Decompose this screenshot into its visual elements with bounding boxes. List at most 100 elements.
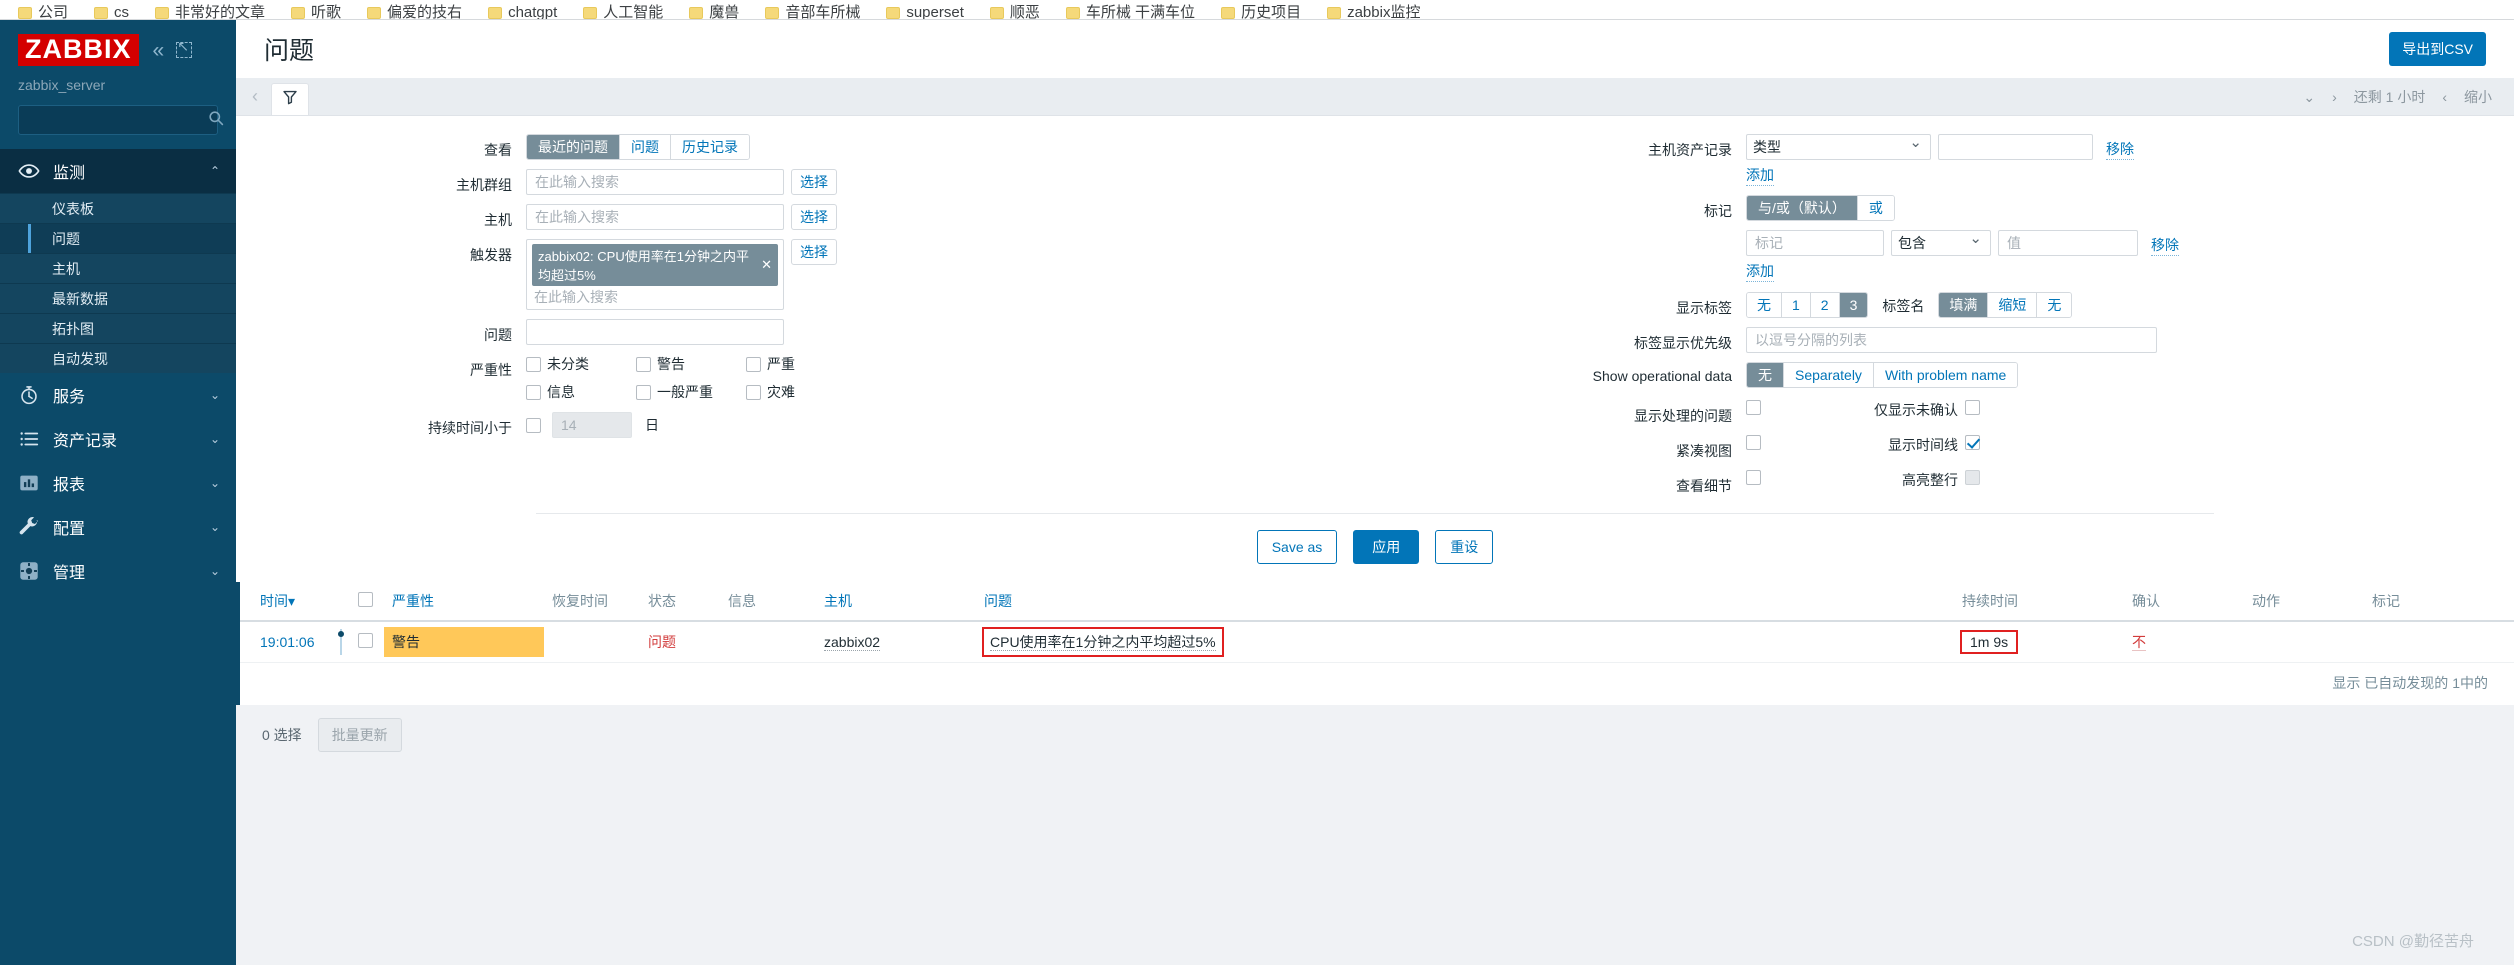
bookmark-item[interactable]: 音部车所械 [765, 5, 860, 19]
host-inventory-remove-link[interactable]: 移除 [2106, 139, 2134, 160]
severity-option-high[interactable]: 严重 [746, 354, 856, 374]
operational-data-option-none[interactable]: 无 [1747, 363, 1784, 387]
tag-remove-link[interactable]: 移除 [2151, 235, 2179, 256]
ack-link[interactable]: 不 [2132, 634, 2146, 651]
host-input[interactable] [526, 204, 784, 230]
apply-button[interactable]: 应用 [1353, 530, 1420, 564]
host-inventory-add-link[interactable]: 添加 [1746, 165, 1774, 186]
save-as-button[interactable]: Save as [1256, 530, 1338, 564]
show-tags-option-3[interactable]: 3 [1839, 293, 1868, 317]
severity-option-not-classified[interactable]: 未分类 [526, 354, 636, 374]
tag-condition-select[interactable]: 包含 [1891, 230, 1991, 256]
bookmark-item[interactable]: zabbix监控 [1327, 5, 1420, 19]
zoom-prev-icon[interactable]: ‹ [2442, 89, 2447, 105]
cell-ack[interactable]: 不 [2124, 621, 2244, 663]
sidebar-item-maps[interactable]: 拓扑图 [0, 313, 236, 343]
export-csv-button[interactable]: 导出到CSV [2389, 32, 2486, 66]
checkbox[interactable] [636, 356, 651, 372]
show-tags-option-none[interactable]: 无 [1747, 293, 1782, 317]
col-header-time-link[interactable]: 时间▾ [260, 593, 295, 609]
cell-row-checkbox[interactable] [350, 621, 384, 663]
host-group-input[interactable] [526, 169, 784, 195]
row-checkbox[interactable] [358, 633, 373, 648]
show-suppressed-checkbox[interactable] [1746, 400, 1761, 415]
select-all-checkbox[interactable] [358, 592, 373, 607]
trigger-input[interactable] [532, 286, 778, 307]
unacknowledged-only-checkbox[interactable] [1965, 400, 1980, 415]
bookmark-item[interactable]: 车所械 干满车位 [1065, 5, 1195, 19]
show-timeline-checkbox[interactable] [1965, 435, 1980, 450]
sidebar-item-problems[interactable]: 问题 [0, 223, 236, 253]
sidebar-group-inventory[interactable]: 资产记录 ⌄ [0, 417, 236, 461]
sidebar-group-configuration[interactable]: 配置 ⌄ [0, 505, 236, 549]
mass-update-button[interactable]: 批量更新 [317, 718, 402, 752]
bookmark-item[interactable]: cs [94, 5, 129, 19]
host-group-select-button[interactable]: 选择 [791, 169, 837, 195]
checkbox[interactable] [526, 356, 541, 372]
sidebar-group-monitoring[interactable]: 监测 ⌃ [0, 149, 236, 193]
bookmark-item[interactable]: 魔兽 [689, 5, 739, 19]
col-header-time[interactable]: 时间▾ [240, 582, 332, 622]
show-details-checkbox[interactable] [1746, 470, 1761, 485]
problem-input[interactable] [526, 319, 784, 345]
sidebar-group-administration[interactable]: 管理 ⌄ [0, 549, 236, 593]
bookmark-item[interactable]: 非常好的文章 [155, 5, 265, 19]
cell-time[interactable]: 19:01:06 [240, 621, 332, 663]
compact-view-checkbox[interactable] [1746, 435, 1761, 450]
sidebar-search[interactable] [18, 105, 224, 135]
show-tags-option-2[interactable]: 2 [1810, 293, 1840, 317]
bookmark-item[interactable]: 人工智能 [583, 5, 663, 19]
cell-problem[interactable]: CPU使用率在1分钟之内平均超过5% [976, 621, 1954, 663]
expand-fullscreen-icon[interactable] [176, 38, 193, 58]
sidebar-item-dashboard[interactable]: 仪表板 [0, 193, 236, 223]
tags-operator-or[interactable]: 或 [1857, 196, 1894, 220]
severity-option-warning[interactable]: 警告 [636, 354, 746, 374]
host-select-button[interactable]: 选择 [791, 204, 837, 230]
tag-priority-input[interactable] [1746, 327, 2157, 353]
show-tags-option-1[interactable]: 1 [1782, 293, 1811, 317]
sidebar-item-latest-data[interactable]: 最新数据 [0, 283, 236, 313]
tag-name-option-full[interactable]: 填满 [1939, 293, 1989, 317]
bookmark-item[interactable]: 公司 [18, 5, 68, 19]
tag-value-input[interactable] [1998, 230, 2138, 256]
age-input[interactable] [552, 412, 632, 438]
col-header-select-all[interactable] [350, 582, 384, 622]
view-option-recent[interactable]: 最近的问题 [527, 135, 620, 159]
col-header-problem-link[interactable]: 问题 [984, 593, 1012, 609]
trigger-select-button[interactable]: 选择 [791, 239, 837, 265]
search-icon[interactable] [208, 110, 224, 131]
severity-option-average[interactable]: 一般严重 [636, 382, 746, 402]
tag-name-option-none[interactable]: 无 [2037, 293, 2072, 317]
cell-host[interactable]: zabbix02 [816, 621, 976, 663]
bookmark-item[interactable]: chatgpt [488, 5, 557, 19]
sidebar-group-reports[interactable]: 报表 ⌄ [0, 461, 236, 505]
view-option-problems[interactable]: 问题 [620, 135, 671, 159]
tag-name-input[interactable] [1746, 230, 1884, 256]
sidebar-item-hosts[interactable]: 主机 [0, 253, 236, 283]
host-link[interactable]: zabbix02 [824, 634, 881, 651]
tab-prev-arrow[interactable]: ‹ [236, 86, 271, 115]
col-header-severity-link[interactable]: 严重性 [392, 593, 434, 609]
bookmark-item[interactable]: 顺恶 [989, 5, 1040, 19]
problem-link[interactable]: CPU使用率在1分钟之内平均超过5% [990, 634, 1216, 651]
bookmark-item[interactable]: superset [886, 5, 964, 19]
sidebar-group-services[interactable]: 服务 ⌄ [0, 373, 236, 417]
col-header-host[interactable]: 主机 [816, 582, 976, 622]
sidebar-item-discovery[interactable]: 自动发现 [0, 343, 236, 373]
col-header-severity[interactable]: 严重性 [384, 582, 544, 622]
checkbox[interactable] [526, 384, 541, 400]
collapse-sidebar-icon[interactable]: « [153, 40, 165, 61]
operational-data-option-with-problem-name[interactable]: With problem name [1873, 363, 2018, 387]
checkbox[interactable] [746, 356, 761, 372]
tab-next-arrow[interactable]: › [2332, 89, 2337, 105]
operational-data-option-separately[interactable]: Separately [1784, 363, 1874, 387]
trigger-multiselect[interactable]: zabbix02: CPU使用率在1分钟之内平均超过5% ✕ [526, 239, 784, 310]
zabbix-logo[interactable]: ZABBIX [18, 34, 139, 66]
host-inventory-value-input[interactable] [1938, 134, 2093, 160]
col-header-problem[interactable]: 问题 [976, 582, 1954, 622]
checkbox[interactable] [636, 384, 651, 400]
tags-operator-and-or[interactable]: 与/或（默认） [1747, 196, 1858, 220]
severity-option-information[interactable]: 信息 [526, 382, 636, 402]
reset-button[interactable]: 重设 [1435, 530, 1494, 564]
event-time-link[interactable]: 19:01:06 [260, 634, 315, 650]
